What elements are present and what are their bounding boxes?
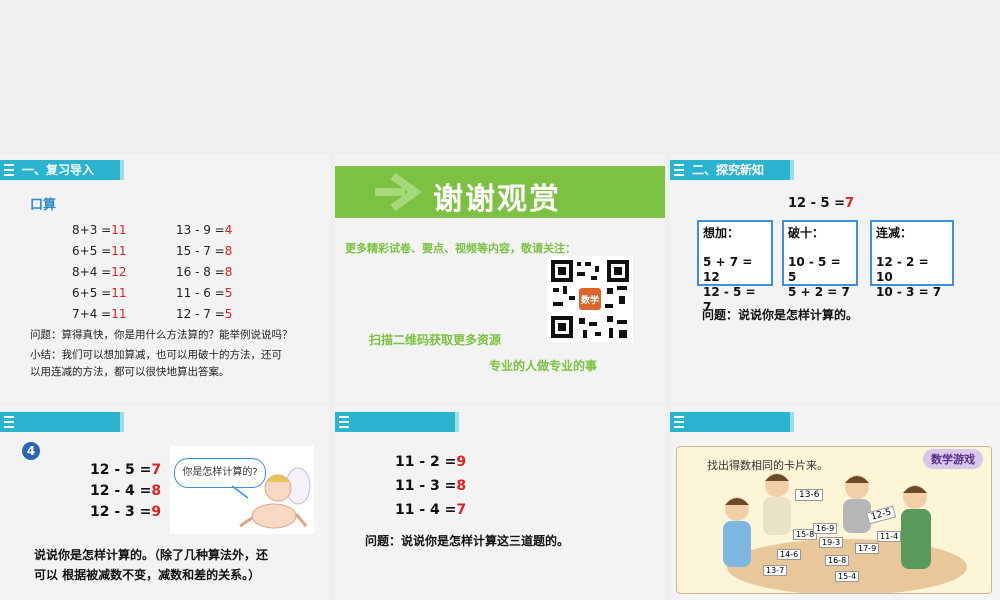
cupid-illustration: 你是怎样计算的? [170,446,314,534]
top-blank-area [0,0,1000,150]
slide-practice[interactable]: 11 - 2 =9 11 - 3 =8 11 - 4 =7 问题：说说你是怎样计… [335,406,665,600]
slide-math-game[interactable]: 找出得数相同的卡片来。 数学游戏 13-6 12-5 15-8 14-6 16-… [670,406,1000,600]
thanks-banner: 谢谢观赏 [335,166,665,218]
children-playing-icon [723,473,967,593]
header-endcap [120,160,124,180]
slide-thanks[interactable]: 谢谢观赏 更多精彩试卷、要点、视频等内容，敬请关注： 数学 扫描二维码获取更多资… [335,154,665,402]
card-6[interactable]: 13-7 [763,565,788,576]
header-lines-icon [4,416,14,428]
slide-review[interactable]: 一、复习导入 口算 8+3 =11 6+5 =11 8+4 =12 6+5 =1… [0,154,330,402]
review-question: 问题：算得真快，你是用什么方法算的？能举例说说吗？ [30,329,293,341]
method-box-add: 想加： 5 + 7 = 12 12 - 5 = 7 [697,220,773,314]
left-eq-2: 8+4 =12 [72,265,127,279]
card-4[interactable]: 16-8 [825,555,850,566]
summary-line-2: 以用连减的方法，都可以很快地算出答案。 [30,366,230,378]
follow-text: 更多精彩试卷、要点、视频等内容，敬请关注： [345,242,576,255]
method-box-break-ten: 破十： 10 - 5 = 55 + 2 = 7 [782,220,858,299]
slogan-text: 专业的人做专业的事 [489,359,598,373]
header-endcap [455,412,459,432]
practice-eq-0: 11 - 2 =9 [395,454,467,470]
explore-question: 问题：说说你是怎样计算的。 [702,308,859,322]
right-eq-3: 11 - 6 =5 [176,286,233,300]
example-text-2: 可以 根据被减数不变，减数和差的关系。） [34,568,261,582]
game-illustration: 找出得数相同的卡片来。 数学游戏 13-6 12-5 15-8 14-6 16-… [676,446,992,594]
right-eq-1: 15 - 7 =8 [176,244,233,258]
problem-eq: 12 - 5 =7 [788,196,855,211]
qr-badge: 数学 [581,296,600,306]
header-lines-icon [674,164,684,176]
section-header [0,412,124,432]
example-number-badge: 4 [22,442,40,460]
qr-code[interactable]: 数学 [547,256,633,342]
example-eq-0: 12 - 5 =7 [90,462,162,478]
card-7[interactable]: 15-4 [835,571,860,582]
left-eq-3: 6+5 =11 [72,286,127,300]
kousuan-label: 口算 [30,198,57,213]
header-lines-icon [339,416,349,428]
example-eq-2: 12 - 3 =9 [90,504,162,520]
practice-question: 问题：说说你是怎样计算这三道题的。 [365,534,570,548]
right-eq-4: 12 - 7 =5 [176,307,233,321]
arrow-icon [375,172,422,212]
slide-example-4[interactable]: 4 12 - 5 =7 12 - 4 =8 12 - 3 =9 你是怎样计算的?… [0,406,330,600]
right-eq-0: 13 - 9 =4 [176,223,233,237]
left-eq-1: 6+5 =11 [72,244,127,258]
section-title: 一、复习导入 [22,163,95,177]
example-eq-1: 12 - 4 =8 [90,483,162,499]
header-endcap [120,412,124,432]
card-10[interactable]: 11-4 [877,531,902,542]
header-lines-icon [674,416,684,428]
practice-eq-1: 11 - 3 =8 [395,478,467,494]
section-header [335,412,459,432]
cupid-icon [231,467,311,529]
right-eq-2: 16 - 8 =8 [176,265,233,279]
card-3[interactable]: 14-6 [777,549,802,560]
header-lines-icon [4,164,14,176]
card-9[interactable]: 16-9 [813,523,838,534]
left-eq-4: 7+4 =11 [72,307,127,321]
banner-title: 谢谢观赏 [433,182,561,217]
header-endcap [790,160,794,180]
example-text-1: 说说你是怎样计算的。（除了几种算法外，还 [34,548,269,562]
left-eq-0: 8+3 =11 [72,223,127,237]
practice-eq-2: 11 - 4 =7 [395,502,467,518]
section-header [670,412,794,432]
section-title: 二、探究新知 [692,163,765,177]
section-header: 二、探究新知 [670,160,794,180]
method-box-subtract-twice: 连减： 12 - 2 = 10 10 - 3 = 7 [870,220,954,299]
card-5[interactable]: 19-3 [819,537,844,548]
header-endcap [790,412,794,432]
summary-line-1: 小结：我们可以想加算减，也可以用破十的方法，还可 [30,349,282,361]
card-8[interactable]: 17-9 [855,543,880,554]
card-0[interactable]: 13-6 [795,489,824,501]
scan-text: 扫描二维码获取更多资源 [369,333,502,347]
section-header: 一、复习导入 [0,160,124,180]
slide-explore[interactable]: 二、探究新知 12 - 5 =7 想加： 5 + 7 = 12 12 - 5 = … [670,154,1000,402]
